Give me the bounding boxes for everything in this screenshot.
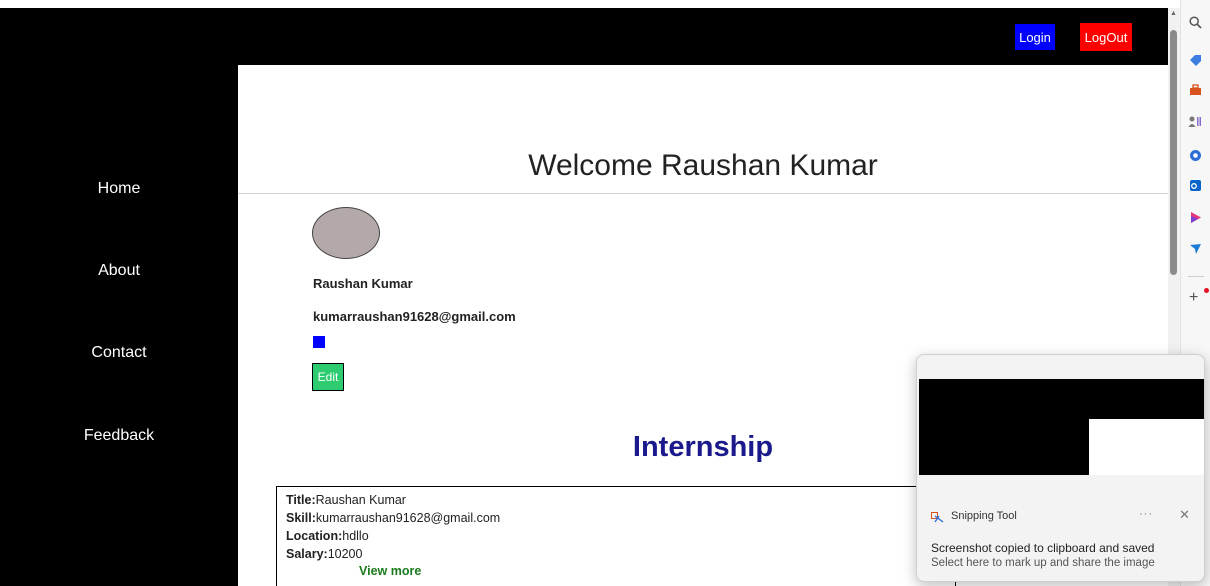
- card-title-label: Title:: [286, 493, 316, 507]
- people-icon[interactable]: [1188, 115, 1202, 129]
- screenshot-preview[interactable]: [919, 379, 1204, 475]
- card-title-value: Raushan Kumar: [315, 493, 406, 507]
- sidebar-item-about[interactable]: About: [0, 262, 238, 280]
- designer-icon[interactable]: [1188, 211, 1202, 225]
- card-location-line: Location:hdllo: [286, 527, 955, 545]
- snipping-tool-icon: [931, 510, 944, 523]
- send-icon[interactable]: [1188, 242, 1202, 256]
- card-location-value: hdllo: [342, 529, 369, 543]
- page-top-strip: [0, 0, 1168, 8]
- page-title: Welcome Raushan Kumar: [528, 149, 878, 182]
- card-skill-label: Skill:: [286, 511, 316, 525]
- profile-name: Raushan Kumar: [313, 276, 413, 291]
- card-salary-line: Salary:10200: [286, 545, 955, 563]
- sidebar: Home About Contact Feedback: [0, 65, 238, 586]
- notification-dot-icon: [1204, 288, 1209, 293]
- snipping-tool-notification[interactable]: Snipping Tool ··· ✕ Screenshot copied to…: [916, 354, 1205, 582]
- close-icon[interactable]: ✕: [1179, 507, 1190, 523]
- sidebar-item-home[interactable]: Home: [0, 180, 238, 198]
- avatar: [312, 207, 380, 259]
- plus-icon[interactable]: +: [1189, 290, 1198, 306]
- logout-button[interactable]: LogOut: [1080, 23, 1132, 51]
- side-panel-separator: [1188, 276, 1204, 277]
- sidebar-item-contact[interactable]: Contact: [0, 344, 238, 362]
- view-more-link[interactable]: View more: [359, 564, 421, 578]
- internship-card: Title:Raushan Kumar Skill:kumarraushan91…: [276, 486, 956, 586]
- search-icon[interactable]: [1188, 16, 1202, 30]
- more-options-icon[interactable]: ···: [1139, 508, 1153, 520]
- card-skill-line: Skill:kumarraushan91628@gmail.com: [286, 509, 955, 527]
- profile-color-swatch: [313, 336, 325, 348]
- scrollbar-thumb[interactable]: [1170, 30, 1177, 275]
- card-title-line: Title:Raushan Kumar: [286, 491, 955, 509]
- card-location-label: Location:: [286, 529, 343, 543]
- outlook-icon[interactable]: [1188, 179, 1202, 193]
- toolbox-icon[interactable]: [1188, 84, 1202, 98]
- login-button[interactable]: Login: [1014, 23, 1056, 51]
- toast-title: Screenshot copied to clipboard and saved: [931, 541, 1155, 555]
- divider: [238, 193, 1168, 194]
- card-salary-value: 10200: [327, 547, 363, 561]
- office-icon[interactable]: [1188, 149, 1202, 163]
- sidebar-item-feedback[interactable]: Feedback: [0, 427, 238, 445]
- preview-white-block: [1089, 419, 1204, 475]
- top-navbar: [0, 8, 1168, 65]
- toast-app-name: Snipping Tool: [951, 510, 1017, 522]
- toast-subtitle: Select here to mark up and share the ima…: [931, 557, 1155, 569]
- card-salary-label: Salary:: [286, 547, 328, 561]
- profile-email: kumarraushan91628@gmail.com: [313, 309, 516, 324]
- tag-icon[interactable]: [1188, 54, 1202, 68]
- scroll-up-arrow-icon[interactable]: ▲: [1170, 10, 1177, 17]
- edit-button[interactable]: Edit: [312, 363, 344, 391]
- card-skill-value: kumarraushan91628@gmail.com: [315, 511, 501, 525]
